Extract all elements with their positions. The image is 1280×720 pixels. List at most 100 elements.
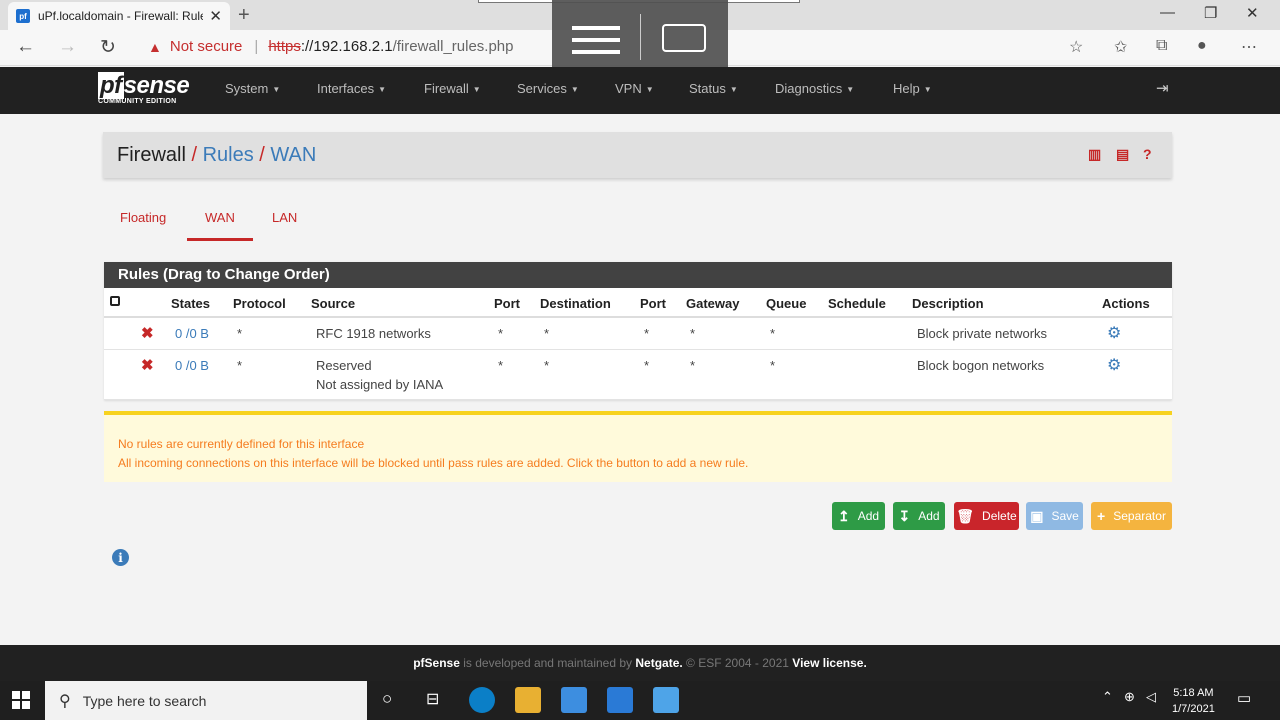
windows-start-icon[interactable] — [12, 691, 30, 709]
menu-diagnostics[interactable]: Diagnostics ▼ — [775, 81, 854, 96]
tab-wan[interactable]: WAN — [205, 210, 235, 225]
caret-down-icon: ▼ — [923, 85, 932, 95]
help-question-icon[interactable]: ? — [1143, 146, 1152, 162]
source-cell: RFC 1918 networks — [316, 326, 431, 341]
table-row[interactable]: ✖ 0 /0 B * RFC 1918 networks * * * * * B… — [104, 318, 1172, 350]
taskbar-clock[interactable]: 5:18 AM 1/7/2021 — [1172, 685, 1215, 717]
keyboard-icon[interactable] — [662, 24, 706, 52]
volume-muted-icon[interactable]: ◁ — [1146, 689, 1156, 705]
states-cell[interactable]: 0 /0 B — [175, 326, 209, 341]
remote-toolbar-overlay — [552, 0, 728, 76]
window-close-icon[interactable]: ✕ — [1246, 4, 1259, 22]
more-options-icon[interactable]: ⋯ — [1241, 37, 1257, 57]
minimize-icon[interactable]: — — [1160, 4, 1175, 21]
tab-title: uPf.localdomain - Firewall: Rules: WAN — [38, 9, 204, 23]
back-arrow-icon[interactable]: ← — [16, 36, 35, 58]
log-list-icon[interactable]: ▤ — [1116, 146, 1129, 163]
menu-label: Status — [689, 81, 726, 96]
queue-cell: * — [770, 358, 776, 373]
footer-brand: pfSense — [413, 656, 460, 670]
breadcrumb-rules[interactable]: Rules — [203, 144, 254, 166]
add-bottom-button[interactable]: ↧ Add — [893, 502, 945, 530]
menu-label: System — [225, 81, 269, 96]
block-x-icon[interactable]: ✖ — [141, 324, 154, 342]
bar-chart-icon[interactable]: ▥ — [1088, 146, 1101, 163]
favorite-star-icon[interactable]: ☆ — [1069, 37, 1083, 57]
footer-copyright: © ESF 2004 - 2021 — [682, 656, 793, 670]
separator-button[interactable]: + Separator — [1091, 502, 1172, 530]
select-all-checkbox[interactable] — [110, 296, 120, 306]
menu-status[interactable]: Status ▼ — [689, 81, 738, 96]
mail-icon[interactable] — [607, 687, 633, 713]
edge-browser-icon[interactable] — [469, 687, 495, 713]
cortana-icon[interactable]: ○ — [382, 689, 392, 709]
breadcrumb-separator: / — [191, 144, 198, 166]
active-tab-underline — [187, 238, 253, 241]
forward-arrow-icon[interactable]: → — [58, 36, 77, 58]
destination-cell: * — [544, 358, 550, 373]
breadcrumb: Firewall / Rules / WAN ▥ ▤ ? — [103, 132, 1172, 178]
caret-down-icon: ▼ — [570, 85, 579, 95]
button-label: Add — [918, 509, 940, 523]
favorites-list-icon[interactable]: ✩ — [1114, 37, 1127, 57]
breadcrumb-wan[interactable]: WAN — [270, 144, 316, 166]
table-row[interactable]: ✖ 0 /0 B * Reserved Not assigned by IANA… — [104, 350, 1172, 400]
delete-button[interactable]: 🗑 Delete — [954, 502, 1019, 530]
menu-help[interactable]: Help ▼ — [893, 81, 932, 96]
pfsense-logo[interactable]: pfsense COMMUNITY EDITION — [98, 72, 190, 105]
notification-icon[interactable]: ▭ — [1237, 689, 1251, 707]
menu-system[interactable]: System ▼ — [225, 81, 280, 96]
tab-floating[interactable]: Floating — [120, 210, 166, 225]
col-schedule: Schedule — [828, 296, 886, 311]
block-x-icon[interactable]: ✖ — [141, 356, 154, 374]
col-gateway: Gateway — [686, 296, 740, 311]
browser-tab[interactable]: pf uPf.localdomain - Firewall: Rules: WA… — [8, 2, 230, 30]
description-cell: Block bogon networks — [917, 358, 1045, 373]
port-cell: * — [498, 326, 504, 341]
col-source: Source — [311, 296, 356, 311]
close-tab-icon[interactable]: ✕ — [209, 7, 222, 25]
restore-icon[interactable]: ❐ — [1204, 4, 1217, 22]
url-divider: | — [254, 38, 259, 55]
search-placeholder: Type here to search — [82, 692, 207, 709]
page-footer: pfSense is developed and maintained by N… — [0, 645, 1280, 681]
hamburger-menu-icon[interactable] — [572, 26, 620, 62]
taskbar-search[interactable]: ⚲ Type here to search — [45, 681, 367, 720]
add-top-button[interactable]: ↥ Add — [832, 502, 885, 530]
menu-vpn[interactable]: VPN ▼ — [615, 81, 654, 96]
dest-port-cell: * — [644, 358, 650, 373]
task-view-icon[interactable]: ⊟ — [426, 689, 439, 709]
profile-avatar-icon[interactable]: ● — [1197, 37, 1207, 55]
save-button[interactable]: ▣ Save — [1026, 502, 1083, 530]
search-icon: ⚲ — [59, 692, 71, 710]
gear-icon[interactable]: ⚙ — [1107, 323, 1121, 343]
menu-firewall[interactable]: Firewall ▼ — [424, 81, 481, 96]
url-host: ://192.168.2.1 — [300, 38, 393, 55]
dest-port-cell: * — [644, 326, 650, 341]
logout-icon[interactable]: ⇥ — [1156, 79, 1169, 97]
footer-company-link[interactable]: Netgate. — [635, 656, 682, 670]
remote-desktop-icon[interactable] — [653, 687, 679, 713]
logo-subtitle: COMMUNITY EDITION — [98, 98, 177, 105]
new-tab-icon[interactable]: + — [238, 4, 250, 27]
info-icon[interactable]: i — [112, 549, 129, 566]
menu-services[interactable]: Services ▼ — [517, 81, 579, 96]
warning-line-2: All incoming connections on this interfa… — [118, 456, 749, 470]
rules-panel: Rules (Drag to Change Order) States Prot… — [104, 262, 1172, 400]
url-field[interactable]: ▲ Not secure | https ://192.168.2.1 /fir… — [148, 38, 514, 55]
collections-icon[interactable]: ⧉ — [1156, 37, 1167, 55]
tab-lan[interactable]: LAN — [272, 210, 297, 225]
menu-interfaces[interactable]: Interfaces ▼ — [317, 81, 386, 96]
gear-icon[interactable]: ⚙ — [1107, 355, 1121, 375]
network-icon[interactable]: ⊕ — [1124, 689, 1135, 705]
tray-chevron-icon[interactable]: ⌃ — [1102, 689, 1113, 705]
file-explorer-icon[interactable] — [515, 687, 541, 713]
footer-license-link[interactable]: View license. — [792, 656, 867, 670]
store-icon[interactable] — [561, 687, 587, 713]
refresh-icon[interactable]: ↻ — [100, 36, 116, 59]
caret-down-icon: ▼ — [645, 85, 654, 95]
states-cell[interactable]: 0 /0 B — [175, 358, 209, 373]
windows-taskbar: ⚲ Type here to search ○ ⊟ ⌃ ⊕ ◁ 5:18 AM … — [0, 681, 1280, 720]
caret-down-icon: ▼ — [846, 85, 855, 95]
destination-cell: * — [544, 326, 550, 341]
